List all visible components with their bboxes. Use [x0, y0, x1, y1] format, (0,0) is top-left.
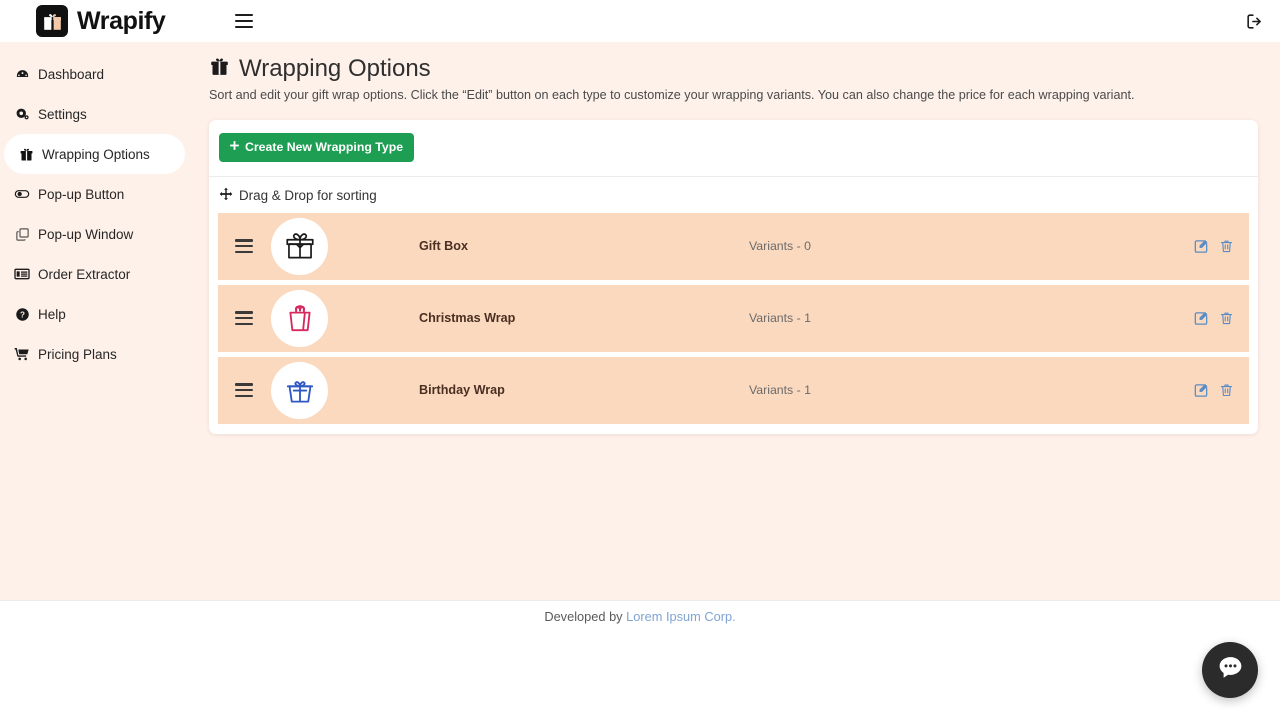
- gear-icon: [14, 106, 30, 122]
- hamburger-menu-icon[interactable]: [235, 14, 254, 28]
- footer-company-link[interactable]: Lorem Ipsum Corp.: [626, 609, 736, 624]
- shopping-cart-icon: [14, 346, 30, 362]
- trash-icon[interactable]: [1218, 238, 1235, 255]
- main-content: Wrapping Options Sort and edit your gift…: [185, 42, 1280, 600]
- variants-count: Variants - 1: [749, 311, 811, 326]
- chat-widget-button[interactable]: [1202, 642, 1258, 698]
- drag-handle-icon[interactable]: [235, 383, 253, 398]
- plus-icon: [229, 140, 240, 153]
- edit-pencil-icon[interactable]: [1192, 382, 1209, 399]
- drag-handle-icon[interactable]: [235, 239, 253, 254]
- row-actions: [1192, 310, 1235, 327]
- page-subtitle: Sort and edit your gift wrap options. Cl…: [209, 88, 1135, 103]
- wrapping-options-card: Create New Wrapping Type Drag & Drop for…: [209, 120, 1258, 434]
- sidebar-item-label: Wrapping Options: [42, 146, 150, 162]
- sidebar-item-wrapping-options[interactable]: Wrapping Options: [4, 134, 185, 174]
- brand-name: Wrapify: [77, 6, 166, 35]
- create-button-label: Create New Wrapping Type: [245, 139, 404, 154]
- sidebar-item-label: Order Extractor: [38, 266, 131, 282]
- sidebar-item-dashboard[interactable]: Dashboard: [0, 54, 185, 94]
- variants-count: Variants - 0: [749, 239, 811, 254]
- footer-prefix: Developed by: [544, 609, 627, 624]
- sidebar-item-settings[interactable]: Settings: [0, 94, 185, 134]
- top-bar: Wrapify: [0, 0, 1280, 42]
- sidebar-item-help[interactable]: ? Help: [0, 294, 185, 334]
- avatar: [271, 217, 328, 275]
- sidebar-item-label: Help: [38, 306, 66, 322]
- page-header: Wrapping Options Sort and edit your gift…: [185, 42, 1280, 104]
- table-row[interactable]: Gift Box Variants - 0: [218, 212, 1249, 280]
- table-row[interactable]: Christmas Wrap Variants - 1: [218, 284, 1249, 352]
- drag-handle-icon[interactable]: [235, 311, 253, 326]
- sidebar-item-label: Settings: [38, 106, 87, 122]
- svg-text:?: ?: [20, 310, 25, 319]
- row-actions: [1192, 238, 1235, 255]
- list-icon: [14, 266, 30, 282]
- sidebar-item-label: Pop-up Window: [38, 226, 134, 242]
- card-toolbar: Create New Wrapping Type: [209, 133, 1258, 162]
- gift-icon: [209, 56, 230, 82]
- create-new-wrapping-type-button[interactable]: Create New Wrapping Type: [219, 133, 415, 162]
- avatar: [271, 361, 328, 419]
- toggle-icon: [14, 186, 30, 202]
- page-title: Wrapping Options: [239, 55, 431, 82]
- sidebar-item-order-extractor[interactable]: Order Extractor: [0, 254, 185, 294]
- app-root: Wrapify Dashboard Settings Wrapping Opti…: [0, 0, 1280, 720]
- edit-pencil-icon[interactable]: [1192, 310, 1209, 327]
- logout-icon[interactable]: [1242, 10, 1266, 32]
- sidebar-item-popup-button[interactable]: Pop-up Button: [0, 174, 185, 214]
- avatar: [271, 289, 328, 347]
- move-arrows-icon: [219, 187, 233, 204]
- wrapping-type-name: Birthday Wrap: [419, 383, 505, 398]
- dashboard-icon: [14, 66, 30, 82]
- sidebar-item-label: Pop-up Button: [38, 186, 125, 202]
- trash-icon[interactable]: [1218, 310, 1235, 327]
- sidebar: Dashboard Settings Wrapping Options Pop-…: [0, 42, 185, 600]
- variants-count: Variants - 1: [749, 383, 811, 398]
- page-title-row: Wrapping Options: [209, 55, 1280, 82]
- sidebar-item-label: Pricing Plans: [38, 346, 117, 362]
- wrapping-type-name: Gift Box: [419, 239, 468, 254]
- footer-credit: Developed by Lorem Ipsum Corp.: [0, 609, 1280, 624]
- table-row[interactable]: Birthday Wrap Variants - 1: [218, 356, 1249, 424]
- sidebar-item-label: Dashboard: [38, 66, 105, 82]
- sidebar-item-popup-window[interactable]: Pop-up Window: [0, 214, 185, 254]
- row-actions: [1192, 382, 1235, 399]
- edit-pencil-icon[interactable]: [1192, 238, 1209, 255]
- chat-bubble-icon: [1216, 653, 1245, 687]
- drag-drop-hint-label: Drag & Drop for sorting: [239, 187, 377, 203]
- window-copy-icon: [14, 226, 30, 242]
- gift-icon: [18, 146, 34, 162]
- drag-drop-hint: Drag & Drop for sorting: [209, 177, 1258, 213]
- wrapping-type-name: Christmas Wrap: [419, 311, 516, 326]
- trash-icon[interactable]: [1218, 382, 1235, 399]
- brand-logo[interactable]: Wrapify: [36, 5, 166, 37]
- question-circle-icon: ?: [14, 306, 30, 322]
- wrapping-type-list: Gift Box Variants - 0 Christmas Wrap Var…: [209, 212, 1258, 424]
- sidebar-item-pricing-plans[interactable]: Pricing Plans: [0, 334, 185, 374]
- footer: Developed by Lorem Ipsum Corp.: [0, 600, 1280, 720]
- gift-logo-icon: [36, 5, 68, 37]
